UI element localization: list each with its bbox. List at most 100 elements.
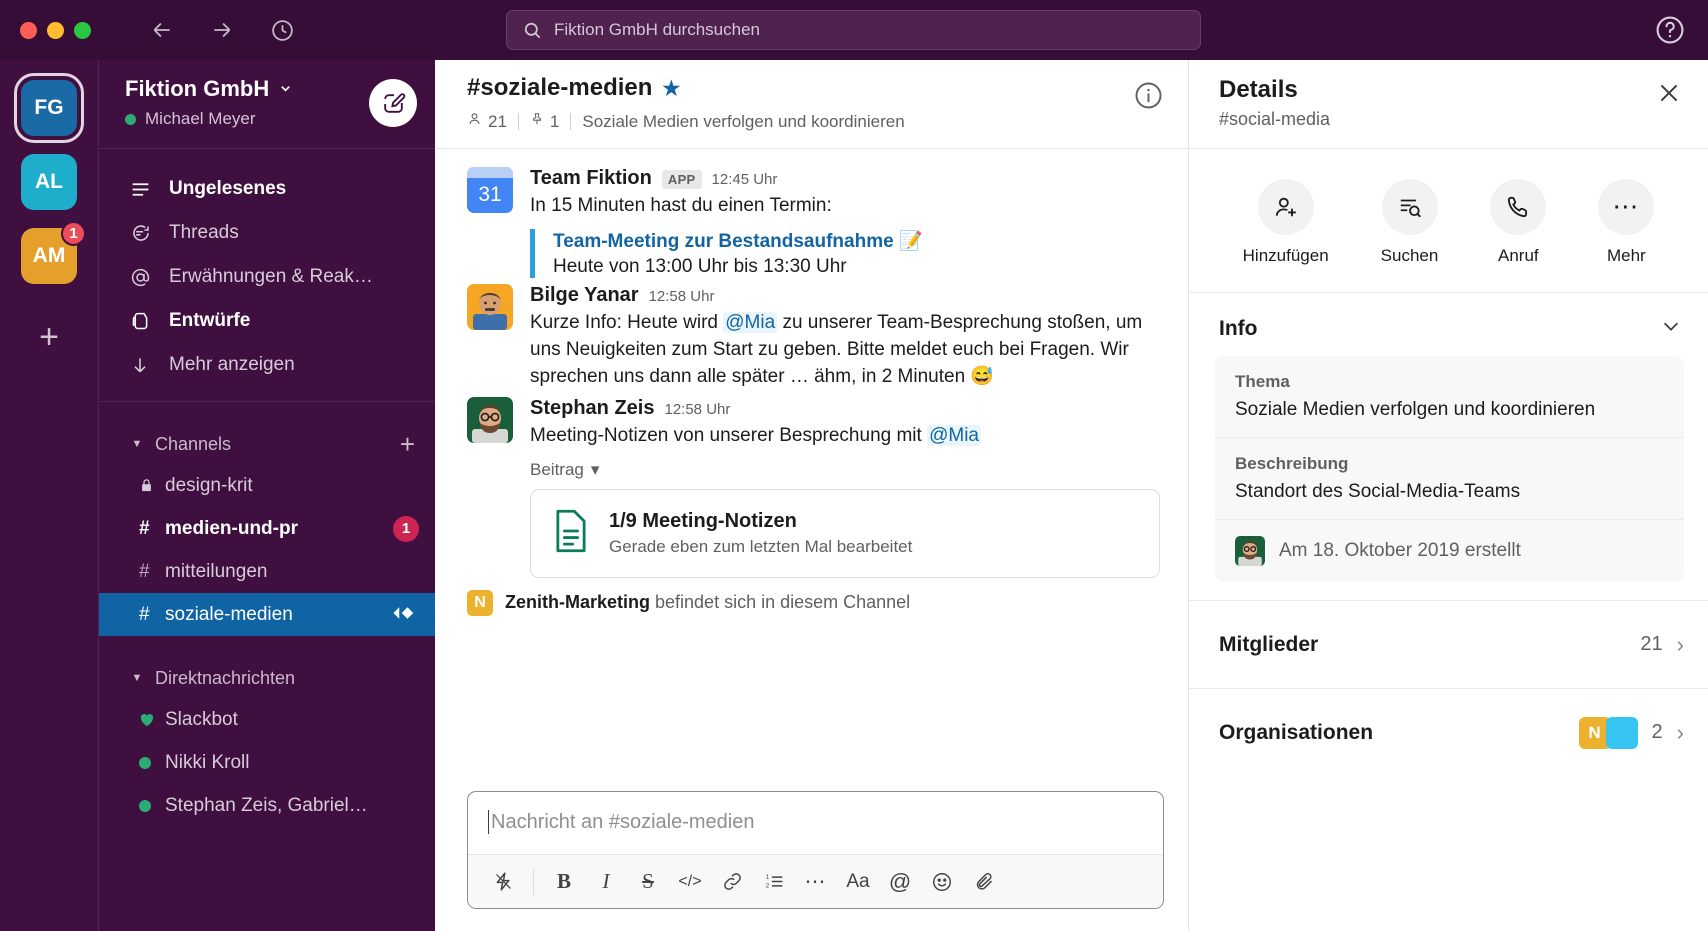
maximize-window-button[interactable] [74,21,91,39]
dm-name: Slackbot [165,708,238,730]
hash-icon: # [139,603,150,625]
details-header: Details #social-media [1189,60,1708,149]
info-circle-icon[interactable] [1133,80,1164,116]
huddle-icon[interactable] [391,605,419,625]
strikethrough-icon[interactable]: S [627,863,669,901]
chevron-down-icon[interactable] [1660,315,1682,342]
sidebar-item-drafts[interactable]: Entwürfe [99,299,435,343]
sidebar-dm-group[interactable]: Stephan Zeis, Gabriel… [99,784,435,827]
message-author[interactable]: Stephan Zeis [530,397,654,420]
navigation-buttons [149,17,295,43]
font-size-icon[interactable]: Aa [837,863,879,901]
dms-section-header[interactable]: ▼ Direktnachrichten [99,658,435,698]
info-row-description[interactable]: Beschreibung Standort des Social-Media-T… [1215,438,1684,520]
message-timestamp[interactable]: 12:58 Uhr [649,288,715,305]
info-row-topic[interactable]: Thema Soziale Medien verfolgen und koord… [1215,356,1684,438]
details-title: Details [1219,76,1298,103]
search-input[interactable]: Fiktion GmbH durchsuchen [506,10,1201,50]
more-button[interactable]: ⋯ Mehr [1598,179,1655,266]
mention-chip[interactable]: @Mia [927,424,981,446]
workspace-switcher-fg[interactable]: FG [14,73,84,143]
close-icon[interactable] [1656,80,1682,111]
sidebar-item-show-more[interactable]: Mehr anzeigen [99,343,435,387]
compose-icon[interactable] [369,79,417,127]
workspace-switcher-am[interactable]: AM 1 [21,221,86,284]
add-workspace-button[interactable]: + [26,314,72,360]
at-mention-icon[interactable]: @ [879,863,921,901]
pin-icon [530,111,544,132]
sidebar-item-label: Mehr anzeigen [169,354,295,375]
sidebar-dm-slackbot[interactable]: Slackbot [99,698,435,741]
ordered-list-icon[interactable]: 12 [753,863,795,901]
message-text-part1: Kurze Info: Heute wird [530,311,724,333]
message-author[interactable]: Bilge Yanar [530,284,639,307]
message-list: 31 Team Fiktion APP 12:45 Uhr In 15 Minu… [435,149,1188,785]
clock-icon[interactable] [269,17,295,43]
current-user[interactable]: Michael Meyer [125,109,293,129]
star-icon[interactable]: ★ [662,76,680,101]
search-icon [523,21,542,40]
lightning-icon[interactable] [482,863,524,901]
attachment-icon[interactable] [963,863,1005,901]
emoji-icon[interactable] [921,863,963,901]
add-channel-button[interactable]: + [400,431,415,457]
window-controls[interactable] [20,21,91,39]
svg-text:1: 1 [765,874,769,881]
sidebar-channel-medien-und-pr[interactable]: # medien-und-pr 1 [99,507,435,550]
workspace-switcher-al[interactable]: AL [21,154,77,210]
caret-down-icon: ▼ [131,672,143,684]
message-text: Meeting-Notizen von unserer Besprechung … [530,423,1164,450]
search-button[interactable]: Suchen [1381,179,1438,266]
sidebar-channel-mitteilungen[interactable]: # mitteilungen [99,550,435,593]
minimize-window-button[interactable] [47,21,64,39]
members-count[interactable]: 21 [467,111,507,132]
workspace-name[interactable]: Fiktion GmbH [125,76,293,102]
info-section-header[interactable]: Info [1189,293,1708,356]
add-person-button[interactable]: Hinzufügen [1243,179,1329,266]
sidebar-item-mentions[interactable]: Erwähnungen & Reak… [99,255,435,299]
mention-chip[interactable]: @Mia [723,311,778,333]
divider [570,113,572,130]
message-timestamp[interactable]: 12:45 Uhr [712,171,778,188]
workspace-header[interactable]: Fiktion GmbH Michael Meyer [99,60,435,149]
more-icon[interactable]: ⋯ [795,863,837,901]
sidebar-channel-soziale-medien[interactable]: # soziale-medien [99,593,435,636]
sidebar-item-label: Ungelesenes [169,178,287,199]
post-type-dropdown[interactable]: Beitrag ▾ [530,460,1164,480]
message-input[interactable]: Nachricht an #soziale-medien [468,792,1163,854]
channel-name: medien-und-pr [165,517,298,539]
sidebar-item-unreads[interactable]: Ungelesenes [99,167,435,211]
close-window-button[interactable] [20,21,37,39]
help-circle-icon[interactable] [1654,14,1686,46]
channels-section-header[interactable]: ▼ Channels + [99,424,435,464]
message-composer[interactable]: Nachricht an #soziale-medien B I S </> 1… [467,791,1164,909]
person-icon [467,111,482,132]
section-count: 21 [1640,633,1663,655]
pins-count[interactable]: 1 [530,111,559,132]
channel-title[interactable]: #soziale-medien ★ [467,74,905,102]
org-avatars: N [1578,716,1638,749]
sidebar-dm-nikki-kroll[interactable]: Nikki Kroll [99,741,435,784]
code-icon[interactable]: </> [669,863,711,901]
details-section-organisationen[interactable]: Organisationen N 2 › [1189,688,1708,776]
file-attachment-card[interactable]: 1/9 Meeting-Notizen Gerade eben zum letz… [530,488,1160,578]
photo-avatar-stephan[interactable] [467,396,513,443]
message-body: Team Fiktion APP 12:45 Uhr In 15 Minuten… [530,167,1164,278]
back-icon[interactable] [149,17,175,43]
message-item: Stephan Zeis 12:58 Uhr Meeting-Notizen v… [467,396,1164,578]
sidebar-channel-design-krit[interactable]: design-krit [99,464,435,507]
channel-topic[interactable]: Soziale Medien verfolgen und koordiniere… [582,112,904,132]
message-timestamp[interactable]: 12:58 Uhr [664,401,730,418]
message-author[interactable]: Team Fiktion [530,167,652,190]
call-button[interactable]: Anruf [1490,179,1547,266]
bold-icon[interactable]: B [543,863,585,901]
message-text-part1: Meeting-Notizen von unserer Besprechung … [530,424,928,446]
sidebar-item-threads[interactable]: Threads [99,211,435,255]
quote-title-text: Team-Meeting zur Bestandsaufnahme [553,230,894,252]
italic-icon[interactable]: I [585,863,627,901]
details-section-mitglieder[interactable]: Mitglieder 21 › [1189,600,1708,688]
forward-icon[interactable] [209,17,235,43]
quote-title[interactable]: Team-Meeting zur Bestandsaufnahme 📝 [553,229,1164,253]
link-icon[interactable] [711,863,753,901]
photo-avatar-bilge[interactable] [467,283,513,330]
